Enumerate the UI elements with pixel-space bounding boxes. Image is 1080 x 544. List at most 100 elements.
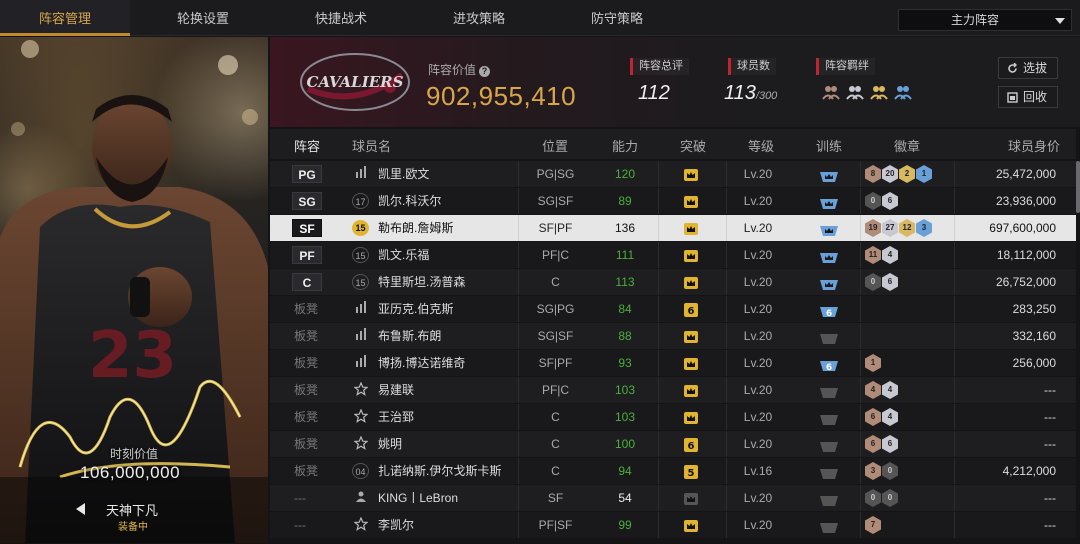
lineup-slot[interactable]: --- (294, 485, 306, 511)
badge-list[interactable]: 30 (865, 462, 898, 480)
training-icon[interactable] (819, 167, 839, 182)
lineup-slot[interactable]: 板凳 (294, 431, 318, 457)
col-header-position[interactable]: 位置 (542, 136, 568, 155)
breakthrough-crown-icon[interactable]: 6 (682, 301, 700, 317)
player-name: 亚历克.伯克斯 (378, 302, 454, 316)
breakthrough-crown-icon[interactable] (682, 382, 700, 398)
training-icon[interactable] (819, 248, 839, 263)
table-row[interactable]: 板凳 亚历克.伯克斯 SG|PG 84 6 Lv.20 6 283,250 (270, 296, 1076, 322)
table-row[interactable]: C 15 特里斯坦.汤普森 C 113 Lv.20 0 6 26,752,000 (270, 269, 1076, 295)
badge-list[interactable]: 06 (865, 192, 898, 210)
scrollbar[interactable] (1076, 161, 1080, 213)
training-icon[interactable] (819, 275, 839, 290)
help-icon[interactable]: ? (479, 66, 491, 77)
breakthrough-crown-icon[interactable] (682, 274, 700, 290)
table-row[interactable]: --- KING丨LeBron SF 54 Lv.20 0 0 --- (270, 485, 1076, 511)
bond-group-icon[interactable] (894, 83, 912, 101)
col-header-level[interactable]: 等级 (748, 136, 774, 155)
training-icon[interactable]: 6 (819, 356, 839, 373)
lineup-slot[interactable]: 板凳 (294, 323, 318, 349)
column-divider (954, 404, 955, 430)
badge-list[interactable]: 66 (865, 435, 898, 453)
moment-value-label: 时刻价值 (110, 447, 159, 461)
training-icon[interactable] (819, 437, 839, 452)
badge-list[interactable]: 1 (865, 354, 881, 372)
table-row[interactable]: 板凳 姚明 C 100 6 Lv.20 6 6 --- (270, 431, 1076, 457)
previous-card-arrow-icon[interactable] (76, 503, 85, 515)
tab-lineup-management[interactable]: 阵容管理 (0, 0, 130, 36)
training-icon[interactable] (819, 329, 839, 344)
lineup-slot[interactable]: C (292, 273, 322, 291)
table-row[interactable]: 板凳 易建联 PF|C 103 Lv.20 4 4 --- (270, 377, 1076, 403)
col-header-training[interactable]: 训练 (816, 136, 842, 155)
tab-defense-strategy[interactable]: 防守策略 (552, 0, 682, 36)
badge-list[interactable]: 00 (865, 489, 898, 507)
lineup-slot[interactable]: 板凳 (294, 458, 318, 484)
lineup-slot[interactable]: PG (292, 165, 322, 183)
badge-list[interactable]: 11 4 (865, 246, 898, 264)
table-row[interactable]: SF 15 勒布朗.詹姆斯 SF|PF 136 Lv.20 19 27 12 3 697,600,0… (270, 215, 1076, 241)
training-icon[interactable] (819, 491, 839, 506)
lineup-slot[interactable]: PF (292, 246, 322, 264)
recycle-button[interactable]: 回收 (998, 86, 1058, 108)
col-header-breakthrough[interactable]: 突破 (680, 136, 706, 155)
training-icon[interactable] (819, 221, 839, 236)
breakthrough-crown-icon[interactable] (682, 409, 700, 425)
table-row[interactable]: 板凳 04 扎诺纳斯.伊尔戈斯卡斯 C 94 5 Lv.16 3 0 4,212,000 (270, 458, 1076, 484)
table-row[interactable]: SG 17 凯尔.科沃尔 SG|SF 89 Lv.20 0 6 23,936,000 (270, 188, 1076, 214)
breakthrough-crown-icon[interactable]: 6 (682, 436, 700, 452)
table-row[interactable]: PG 凯里.欧文 PG|SG 120 Lv.20 8 20 2 1 25,472,000 (270, 161, 1076, 187)
col-header-badges[interactable]: 徽章 (894, 136, 920, 155)
badge-list[interactable]: 64 (865, 408, 898, 426)
training-icon[interactable] (819, 410, 839, 425)
breakthrough-crown-icon[interactable] (682, 517, 700, 533)
breakthrough-crown-icon[interactable] (682, 220, 700, 236)
player-position: SF|PF (538, 356, 573, 370)
team-logo: CAVALIERS (300, 53, 410, 111)
training-icon[interactable] (819, 518, 839, 533)
lineup-dropdown[interactable]: 主力阵容 (898, 9, 1072, 31)
lineup-slot[interactable]: 板凳 (294, 350, 318, 376)
breakthrough-crown-icon[interactable] (682, 328, 700, 344)
table-row[interactable]: 板凳 博扬.博达诺维奇 SF|PF 93 Lv.20 6 1 256,000 (270, 350, 1076, 376)
lineup-slot[interactable]: --- (294, 512, 306, 538)
table-row[interactable]: 板凳 布鲁斯.布朗 SG|SF 88 Lv.20 332,160 (270, 323, 1076, 349)
lineup-slot[interactable]: 板凳 (294, 296, 318, 322)
select-players-button[interactable]: 选拔 (998, 57, 1058, 79)
badge-list[interactable]: 44 (865, 381, 898, 399)
table-row[interactable]: 板凳 王治郅 C 103 Lv.20 6 4 --- (270, 404, 1076, 430)
lineup-slot[interactable]: 板凳 (294, 404, 318, 430)
breakthrough-crown-icon[interactable] (682, 490, 700, 506)
lineup-slot[interactable]: 板凳 (294, 377, 318, 403)
lineup-slot[interactable]: SF (292, 219, 322, 237)
training-icon[interactable] (819, 383, 839, 398)
breakthrough-crown-icon[interactable]: 5 (682, 463, 700, 479)
badge-list[interactable]: 8 20 2 1 (865, 165, 932, 183)
tab-rotation-settings[interactable]: 轮换设置 (138, 0, 268, 36)
badge-list[interactable]: 06 (865, 273, 898, 291)
bond-group-icon[interactable] (870, 83, 888, 101)
badge-hexagon-icon: 27 (882, 219, 898, 237)
breakthrough-crown-icon[interactable] (682, 193, 700, 209)
tab-quick-tactics[interactable]: 快捷战术 (276, 0, 406, 36)
tab-offense-strategy[interactable]: 进攻策略 (414, 0, 544, 36)
bond-group-icon[interactable] (822, 83, 840, 101)
col-header-value[interactable]: 球员身价 (1008, 136, 1060, 155)
bond-icons[interactable] (822, 83, 912, 101)
col-header-ability[interactable]: 能力 (612, 136, 638, 155)
training-icon[interactable] (819, 194, 839, 209)
training-icon[interactable]: 6 (819, 302, 839, 319)
col-header-name[interactable]: 球员名 (352, 136, 391, 155)
lineup-slot[interactable]: SG (292, 192, 322, 210)
training-icon[interactable] (819, 464, 839, 479)
breakthrough-crown-icon[interactable] (682, 166, 700, 182)
table-row[interactable]: PF 15 凯文.乐福 PF|C 111 Lv.20 11 4 18,112,000 (270, 242, 1076, 268)
bond-group-icon[interactable] (846, 83, 864, 101)
col-header-slot[interactable]: 阵容 (294, 136, 320, 155)
badge-list[interactable]: 7 (865, 516, 881, 534)
player-moment-card[interactable]: 23 时刻价值 106,000,000 天神下凡 装备中 (0, 37, 268, 543)
table-row[interactable]: --- 李凯尔 PF|SF 99 Lv.20 7 --- (270, 512, 1076, 538)
badge-list[interactable]: 19 27 12 3 (865, 219, 932, 237)
breakthrough-crown-icon[interactable] (682, 247, 700, 263)
breakthrough-crown-icon[interactable] (682, 355, 700, 371)
